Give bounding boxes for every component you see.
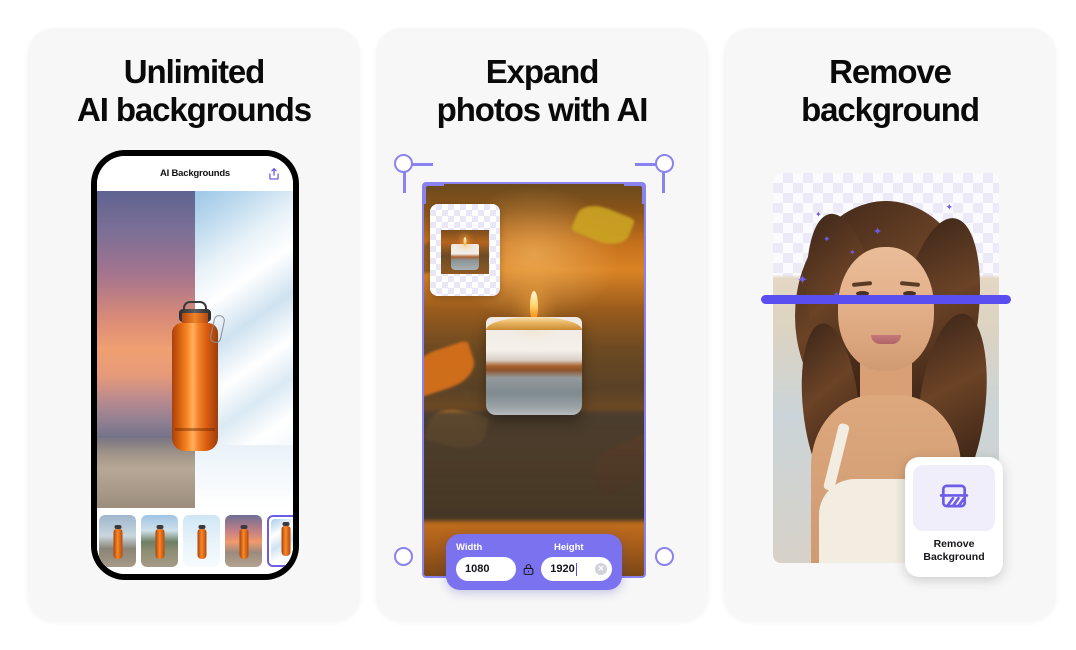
- size-fields: 1080 1920 ✕: [456, 557, 612, 581]
- feature-card-remove-background: Remove background ✦ ✦ ✦ ✦ ✦ ✦ Remove Bac…: [724, 28, 1056, 620]
- phone-app-header: AI Backgrounds: [97, 156, 293, 191]
- share-icon[interactable]: [267, 167, 281, 181]
- size-labels: Width Height: [456, 542, 612, 553]
- width-value: 1080: [465, 563, 490, 575]
- thumbnail-item[interactable]: [141, 515, 178, 567]
- crop-corner-top-right: [624, 184, 644, 204]
- feature-card-ai-backgrounds: Unlimited AI backgrounds AI Backgrounds: [28, 28, 360, 620]
- clear-icon[interactable]: ✕: [595, 563, 607, 575]
- text-caret: [575, 562, 578, 576]
- scan-line: [761, 295, 1011, 304]
- width-label: Width: [456, 542, 483, 553]
- face: [838, 247, 934, 371]
- height-input[interactable]: 1920 ✕: [541, 557, 612, 581]
- feature-card-expand-photos: Expand photos with AI Width Height 1080 …: [376, 28, 708, 620]
- height-label: Height: [554, 542, 584, 553]
- product-bottle: [172, 300, 226, 451]
- sparkle-icon: ✦: [945, 202, 953, 212]
- bottle-body: [172, 322, 218, 451]
- height-value: 1920: [550, 563, 575, 575]
- card-title: Remove background: [801, 53, 980, 128]
- eyebrow-right: [899, 281, 921, 287]
- background-thumbnail-strip[interactable]: [97, 508, 293, 574]
- lock-icon[interactable]: [522, 562, 535, 577]
- thumbnail-item-selected[interactable]: [267, 515, 293, 567]
- sparkle-icon: ✦: [849, 248, 856, 257]
- eyebrow-left: [851, 281, 873, 287]
- phone-hero-image: [97, 191, 293, 508]
- size-input-panel: Width Height 1080 1920 ✕: [446, 534, 622, 590]
- expand-crop-frame: [422, 182, 646, 578]
- remove-background-icon-box: [913, 465, 995, 531]
- sparkle-icon: ✦: [797, 272, 808, 287]
- expand-canvas: Width Height 1080 1920 ✕: [394, 154, 674, 590]
- card-title: Expand photos with AI: [436, 53, 649, 128]
- mouth: [871, 335, 901, 344]
- remove-background-label: Remove Background: [923, 538, 985, 563]
- remove-bg-canvas: ✦ ✦ ✦ ✦ ✦ ✦ ✦: [761, 173, 1011, 577]
- thumbnail-item[interactable]: [225, 515, 262, 567]
- screenshot-stage: Unlimited AI backgrounds AI Backgrounds: [0, 0, 1076, 650]
- crop-corner-top-left: [424, 184, 444, 204]
- remove-background-icon: [936, 478, 972, 519]
- sparkle-icon: ✦: [823, 234, 831, 244]
- transparent-thumbnail-card: [430, 204, 500, 296]
- tank-top: [819, 479, 915, 563]
- sparkle-icon: ✦: [873, 226, 883, 238]
- mini-candle-photo: [441, 230, 489, 274]
- thumbnail-item[interactable]: [183, 515, 220, 567]
- crop-handle-top-right[interactable]: [655, 154, 674, 173]
- crop-handle-bottom-right[interactable]: [655, 547, 674, 566]
- crop-handle-top-left[interactable]: [394, 154, 413, 173]
- crop-handle-bottom-left[interactable]: [394, 547, 413, 566]
- phone-screen: AI Backgrounds: [97, 156, 293, 574]
- phone-header-title: AI Backgrounds: [159, 168, 231, 179]
- phone-mockup: AI Backgrounds: [91, 150, 299, 580]
- remove-background-tool-card[interactable]: Remove Background: [905, 457, 1003, 577]
- candle-log: [424, 411, 644, 522]
- candle-vessel: [486, 291, 582, 416]
- candle-wax-top: [486, 317, 582, 331]
- card-title: Unlimited AI backgrounds: [77, 53, 312, 128]
- width-input[interactable]: 1080: [456, 557, 517, 581]
- thumbnail-item[interactable]: [99, 515, 136, 567]
- sparkle-icon: ✦: [815, 210, 822, 219]
